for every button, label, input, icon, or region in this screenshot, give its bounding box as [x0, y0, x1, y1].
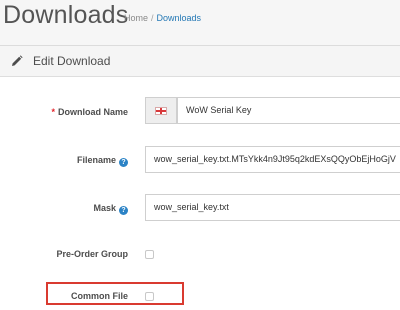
- flag-icon: [155, 107, 167, 115]
- filename-label: Filename?: [77, 155, 128, 167]
- breadcrumb: Home / Downloads: [124, 13, 201, 23]
- help-icon[interactable]: ?: [119, 206, 128, 215]
- pre-order-group-checkbox[interactable]: [145, 250, 154, 259]
- panel-heading: Edit Download: [0, 46, 400, 77]
- breadcrumb-separator: /: [151, 13, 154, 23]
- page-header: Downloads Home / Downloads: [0, 0, 400, 42]
- breadcrumb-downloads-link[interactable]: Downloads: [157, 13, 202, 23]
- download-name-label: * Download Name: [51, 107, 128, 117]
- language-addon: [145, 97, 177, 124]
- page-title: Downloads: [3, 1, 129, 29]
- help-icon[interactable]: ?: [119, 158, 128, 167]
- required-marker: *: [51, 107, 55, 117]
- panel-title: Edit Download: [33, 54, 111, 68]
- breadcrumb-home-link[interactable]: Home: [124, 13, 148, 23]
- download-name-input[interactable]: WoW Serial Key: [177, 97, 400, 124]
- mask-label: Mask?: [93, 203, 128, 215]
- pencil-icon: [12, 55, 23, 66]
- highlight-box: [46, 282, 184, 305]
- pre-order-group-label: Pre-Order Group: [56, 249, 128, 259]
- edit-download-panel: Edit Download * Download Name WoW Serial …: [0, 45, 400, 310]
- mask-input[interactable]: wow_serial_key.txt: [145, 194, 400, 221]
- filename-input[interactable]: wow_serial_key.txt.MTsYkk4n9Jt95q2kdEXsQ…: [145, 146, 400, 173]
